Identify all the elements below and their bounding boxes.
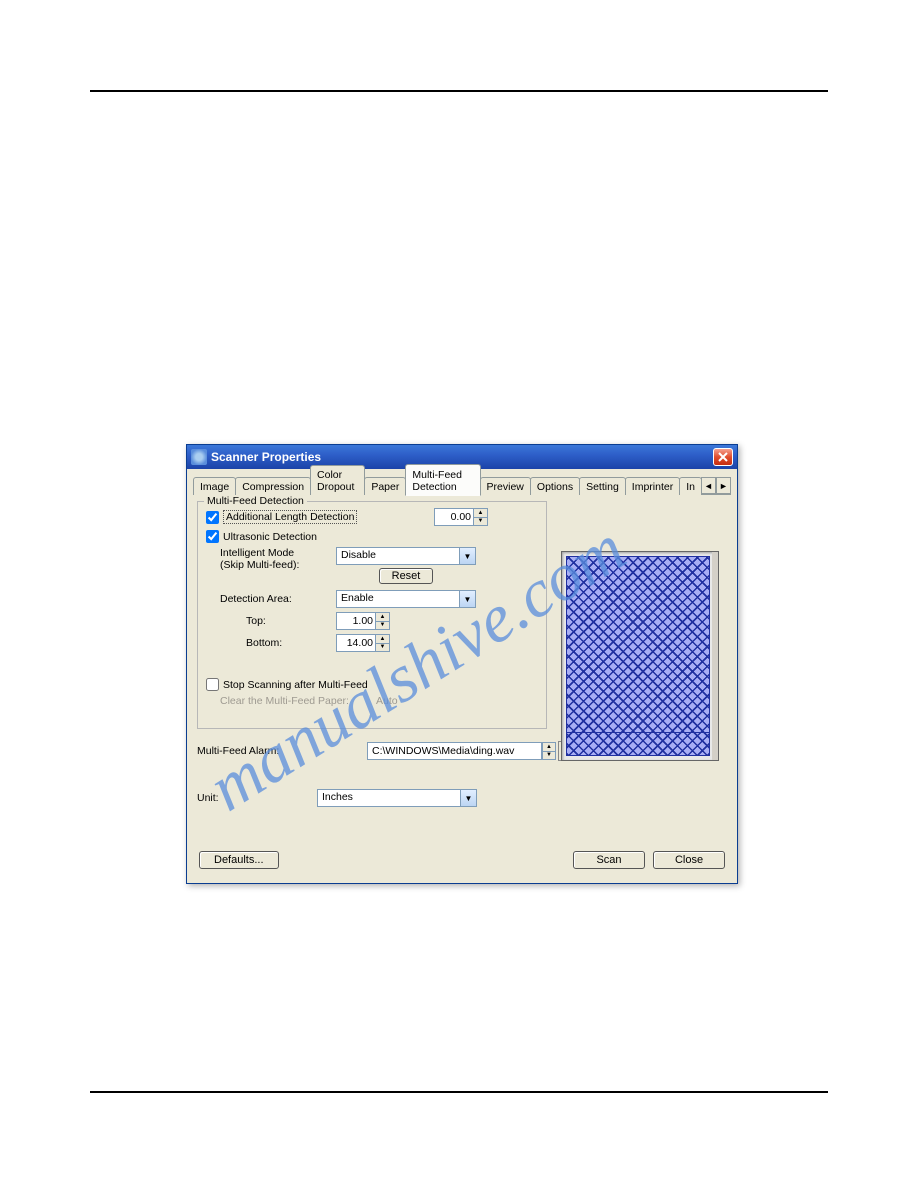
top-row: Top: ▲▼ — [206, 612, 538, 630]
stop-scanning-row: Stop Scanning after Multi-Feed — [206, 678, 538, 691]
defaults-button[interactable]: Defaults... — [199, 851, 279, 869]
unit-value: Inches — [318, 790, 460, 806]
unit-label: Unit: — [197, 792, 317, 804]
top-input[interactable] — [337, 613, 375, 629]
reset-button[interactable]: Reset — [379, 568, 434, 584]
spin-up[interactable]: ▲ — [375, 613, 389, 622]
scan-button[interactable]: Scan — [573, 851, 645, 869]
chevron-down-icon[interactable]: ▼ — [459, 548, 475, 564]
close-dialog-button[interactable]: Close — [653, 851, 725, 869]
chevron-down-icon[interactable]: ▼ — [460, 790, 476, 806]
spin-down[interactable]: ▼ — [542, 752, 555, 760]
bottom-row: Bottom: ▲▼ — [206, 634, 538, 652]
spin-down[interactable]: ▼ — [375, 622, 389, 630]
spin-down[interactable]: ▼ — [375, 644, 389, 652]
detection-area-value: Enable — [337, 591, 459, 607]
tab-imprinter[interactable]: Imprinter — [625, 477, 680, 495]
stop-scanning-checkbox[interactable] — [206, 678, 219, 691]
tab-overflow[interactable]: In — [679, 477, 702, 495]
intelligent-mode-combo[interactable]: Disable ▼ — [336, 547, 476, 565]
alarm-label: Multi-Feed Alarm: — [197, 745, 367, 757]
tab-setting[interactable]: Setting — [579, 477, 626, 495]
multifeed-groupbox: Multi-Feed Detection Additional Length D… — [197, 501, 547, 729]
clear-paper-value: Auto — [376, 695, 398, 707]
additional-length-label: Additional Length Detection — [223, 510, 357, 524]
close-button[interactable] — [713, 448, 733, 466]
stop-scanning-label: Stop Scanning after Multi-Feed — [223, 679, 368, 691]
ultrasonic-checkbox[interactable] — [206, 530, 219, 543]
clear-paper-row: Clear the Multi-Feed Paper: Auto — [206, 695, 538, 707]
spin-up[interactable]: ▲ — [375, 635, 389, 644]
ultrasonic-row: Ultrasonic Detection — [206, 530, 538, 543]
tab-options[interactable]: Options — [530, 477, 580, 495]
clear-paper-label: Clear the Multi-Feed Paper: — [206, 695, 376, 707]
additional-length-row: Additional Length Detection ▲▼ — [206, 508, 538, 526]
scanner-properties-window: Scanner Properties Image Compression Col… — [186, 444, 738, 884]
tab-paper[interactable]: Paper — [364, 477, 406, 495]
tab-row: Image Compression Color Dropout Paper Mu… — [193, 475, 731, 495]
page-rule-top — [90, 90, 828, 92]
tab-scroll-right[interactable]: ► — [716, 477, 731, 494]
chevron-down-icon[interactable]: ▼ — [459, 591, 475, 607]
bottom-label: Bottom: — [206, 637, 336, 649]
detection-area-label: Detection Area: — [206, 593, 336, 605]
bottom-input[interactable] — [337, 635, 375, 651]
tab-content: Multi-Feed Detection Additional Length D… — [187, 495, 737, 817]
tab-preview[interactable]: Preview — [480, 477, 531, 495]
intelligent-mode-label1: Intelligent Mode — [220, 547, 336, 559]
tab-image[interactable]: Image — [193, 477, 236, 495]
tab-color-dropout[interactable]: Color Dropout — [310, 465, 365, 495]
detection-area-combo[interactable]: Enable ▼ — [336, 590, 476, 608]
top-label: Top: — [206, 615, 336, 627]
tab-scroll: ◄ ► — [701, 477, 731, 494]
preview-pane — [561, 551, 719, 761]
page-preview — [566, 556, 710, 756]
preview-scrollbar[interactable] — [712, 552, 718, 760]
ultrasonic-label: Ultrasonic Detection — [223, 531, 317, 543]
detection-area-row: Detection Area: Enable ▼ — [206, 590, 538, 608]
close-icon — [718, 452, 728, 462]
groupbox-title: Multi-Feed Detection — [204, 495, 307, 507]
intelligent-mode-label2: (Skip Multi-feed): — [220, 559, 336, 571]
unit-row: Unit: Inches ▼ — [197, 789, 727, 807]
intelligent-mode-row: Intelligent Mode (Skip Multi-feed): Disa… — [206, 547, 538, 584]
additional-length-checkbox[interactable] — [206, 511, 219, 524]
additional-length-input[interactable] — [435, 509, 473, 525]
alarm-path-input[interactable] — [367, 742, 542, 760]
intelligent-mode-value: Disable — [337, 548, 459, 564]
tab-scroll-left[interactable]: ◄ — [701, 477, 716, 494]
spin-down[interactable]: ▼ — [473, 518, 487, 526]
bottom-spinner[interactable]: ▲▼ — [336, 634, 390, 652]
unit-combo[interactable]: Inches ▼ — [317, 789, 477, 807]
tab-multifeed-detection[interactable]: Multi-Feed Detection — [405, 464, 480, 496]
spin-up[interactable]: ▲ — [473, 509, 487, 518]
window-title: Scanner Properties — [211, 450, 713, 464]
additional-length-spinner[interactable]: ▲▼ — [434, 508, 488, 526]
page-rule-bottom — [90, 1091, 828, 1093]
tab-compression[interactable]: Compression — [235, 477, 311, 495]
footer-buttons: Defaults... Scan Close — [187, 847, 737, 877]
spin-up[interactable]: ▲ — [542, 743, 555, 752]
app-icon — [191, 449, 207, 465]
top-spinner[interactable]: ▲▼ — [336, 612, 390, 630]
